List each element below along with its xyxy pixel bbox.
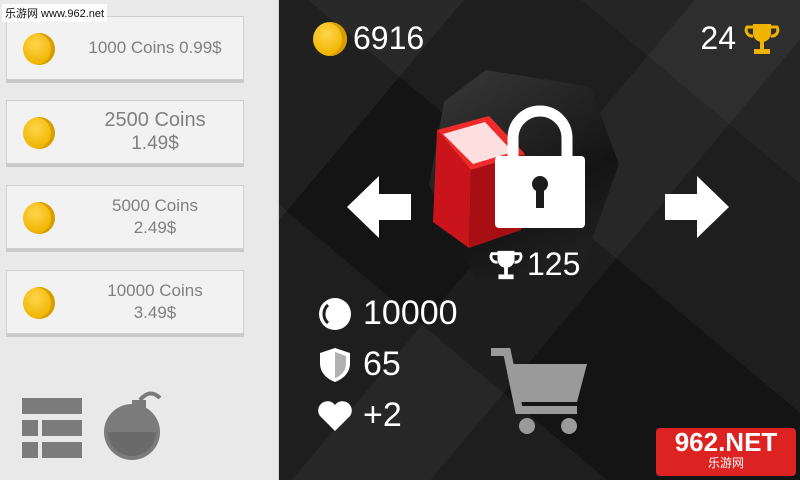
shopping-cart-icon[interactable] [489,348,589,438]
coin-icon [23,287,55,319]
previous-arrow-icon[interactable] [347,176,411,238]
item-lives: +2 [317,396,402,435]
next-arrow-icon[interactable] [665,176,729,238]
coin-pack-10000-button[interactable]: 10000 Coins 3.49$ [6,270,244,334]
trophy-count-value: 24 [700,20,736,56]
coin-pack-label: 5000 Coins [111,196,198,215]
coin-shop-sidebar: 1000 Coins 0.99$ 2500 Coins 1.49$ 5000 C… [0,0,279,480]
coin-balance: 6916 [313,20,424,57]
coin-icon [23,202,55,234]
coin-pack-label: 1000 Coins 0.99$ [88,38,222,57]
lock-icon [495,105,585,228]
required-trophies: 125 [489,246,580,283]
coin-icon [319,297,351,330]
coin-pack-price: 1.49$ [131,133,179,154]
item-preview-panel: 6916 24 125 10000 65 +2 962.NET 乐游网 [279,0,800,480]
coin-icon [23,117,55,149]
coin-pack-5000-button[interactable]: 5000 Coins 2.49$ [6,185,244,249]
coin-pack-price: 3.49$ [133,303,177,322]
watermark-site: 乐游网 www.962.net [2,4,108,22]
coin-pack-1000-button[interactable]: 1000 Coins 0.99$ [6,16,244,80]
item-defense-value: 65 [363,345,401,383]
trophy-icon [489,250,523,279]
item-price: 10000 [317,294,458,333]
watermark-logo: 962.NET 乐游网 [656,428,796,476]
trophy-count: 24 [700,20,780,57]
coin-icon [23,33,55,65]
item-lives-value: +2 [363,396,402,434]
required-trophies-value: 125 [527,246,581,282]
bomb-icon[interactable] [98,386,168,460]
coin-pack-price: 2.49$ [133,218,177,237]
coin-pack-2500-button[interactable]: 2500 Coins 1.49$ [6,100,244,164]
coin-pack-label: 2500 Coins [104,109,206,131]
coin-icon [313,21,347,56]
trophy-icon [744,23,780,54]
item-defense: 65 [317,345,401,384]
coin-balance-value: 6916 [353,20,425,56]
coin-pack-label: 10000 Coins [107,281,203,300]
shield-icon [320,347,350,382]
item-price-value: 10000 [363,294,458,332]
heart-icon [318,400,352,431]
menu-grid-icon[interactable] [22,398,82,458]
